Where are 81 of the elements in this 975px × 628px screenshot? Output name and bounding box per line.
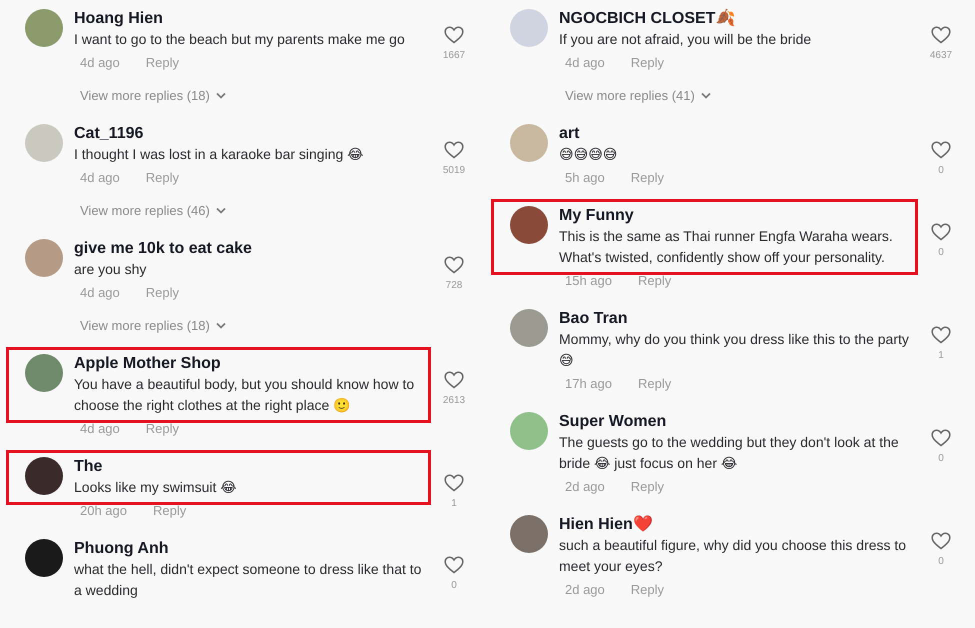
username[interactable]: NGOCBICH CLOSET🍂 — [559, 9, 909, 29]
like-count: 728 — [446, 280, 462, 291]
heart-icon[interactable] — [931, 532, 951, 550]
view-more-replies-link[interactable]: View more replies (46) — [80, 203, 210, 218]
timestamp: 2d ago — [565, 582, 605, 597]
heart-icon[interactable] — [444, 256, 464, 274]
timestamp: 15h ago — [565, 273, 612, 288]
timestamp: 5h ago — [565, 170, 605, 185]
username[interactable]: Bao Tran — [559, 309, 909, 329]
username[interactable]: Apple Mother Shop — [74, 354, 422, 374]
reply-link[interactable]: Reply — [630, 582, 664, 597]
comment-text: Looks like my swimsuit 😂 — [74, 478, 238, 497]
like-count: 1 — [938, 350, 944, 361]
heart-icon[interactable] — [444, 371, 464, 389]
reply-link[interactable]: Reply — [153, 503, 186, 518]
username[interactable]: give me 10k to eat cake — [74, 239, 422, 259]
like-count: 5019 — [442, 165, 466, 176]
reply-link[interactable]: Reply — [146, 170, 180, 185]
heart-icon[interactable] — [931, 429, 951, 447]
reply-link[interactable]: Reply — [146, 285, 180, 300]
username[interactable]: Cat_1196 — [74, 124, 422, 144]
username[interactable]: My Funny — [559, 206, 909, 226]
heart-icon[interactable] — [931, 141, 951, 159]
like-count: 0 — [938, 556, 944, 567]
comment-text: I thought I was lost in a karaoke bar singing 😂 — [74, 145, 365, 164]
comment-text: I want to go to the beach but my parents make me go — [74, 30, 406, 49]
username[interactable]: art — [559, 124, 909, 144]
avatar-photo-placeholder[interactable] — [25, 457, 63, 495]
timestamp: 4d ago — [565, 55, 605, 70]
like-count: 0 — [938, 247, 944, 258]
reply-link[interactable]: Reply — [630, 55, 664, 70]
comment-text: 😅😅😅😅 — [559, 145, 618, 164]
comment-text: such a beautiful figure, why did you choose this dress to meet your eyes? — [559, 536, 908, 576]
timestamp: 2d ago — [565, 479, 605, 494]
like-count: 0 — [938, 453, 944, 464]
timestamp: 4d ago — [80, 285, 120, 300]
comment-text: what the hell, didn't expect someone to dress like that to a wedding — [74, 560, 422, 600]
username[interactable]: Super Women — [559, 412, 909, 432]
like-count: 1667 — [442, 50, 466, 61]
heart-icon[interactable] — [931, 326, 951, 344]
comment-text: The guests go to the wedding but they don't look at the bride 😂 just focus on her 😂 — [559, 433, 900, 473]
reply-link[interactable]: Reply — [146, 421, 180, 436]
reply-link[interactable]: Reply — [630, 170, 664, 185]
comment-text: If you are not afraid, you will be the bride — [559, 30, 812, 49]
heart-icon[interactable] — [931, 223, 951, 241]
timestamp: 4d ago — [80, 170, 120, 185]
chevron-down-icon — [216, 207, 226, 214]
view-more-replies-link[interactable]: View more replies (18) — [80, 318, 210, 333]
view-more-replies-link[interactable]: View more replies (41) — [565, 88, 695, 103]
chevron-down-icon — [216, 322, 226, 329]
like-count: 0 — [938, 165, 944, 176]
timestamp: 4d ago — [80, 55, 120, 70]
reply-link[interactable]: Reply — [638, 376, 672, 391]
heart-icon[interactable] — [444, 556, 464, 574]
chevron-down-icon — [216, 92, 226, 99]
like-count: 1 — [451, 498, 457, 509]
timestamp: 4d ago — [80, 421, 120, 436]
chevron-down-icon — [700, 92, 711, 99]
view-more-replies-link[interactable]: View more replies (18) — [80, 88, 210, 103]
comment-text: are you shy — [74, 260, 148, 279]
like-count: 0 — [451, 580, 457, 591]
heart-icon[interactable] — [931, 26, 951, 44]
reply-link[interactable]: Reply — [630, 479, 664, 494]
heart-icon[interactable] — [444, 474, 464, 492]
heart-icon[interactable] — [444, 141, 464, 159]
like-count: 4637 — [930, 50, 952, 61]
heart-icon[interactable] — [444, 26, 464, 44]
avatar-photo-placeholder[interactable] — [510, 206, 548, 244]
username[interactable]: The — [74, 457, 422, 477]
avatar-photo-placeholder[interactable] — [25, 539, 63, 577]
reply-link[interactable]: Reply — [638, 273, 672, 288]
reply-link[interactable]: Reply — [146, 55, 180, 70]
comment-text: Mommy, why do you think you dress like this to the party 😅 — [559, 330, 909, 370]
username[interactable]: Hien Hien❤ — [559, 515, 909, 535]
timestamp: 17h ago — [565, 376, 612, 391]
like-count: 2613 — [442, 395, 466, 406]
username[interactable]: Phuong Anh — [74, 539, 422, 559]
timestamp: 20h ago — [80, 503, 127, 518]
comment-text: This is the same as Thai runner Engfa Waraha wears. What's twisted, confidently show off your personality. — [559, 227, 894, 267]
comment-text: You have a beautiful body, but you should know how to choose the right clothes at the right place 🙂 — [74, 375, 416, 415]
username[interactable]: Hoang Hien — [74, 9, 422, 29]
